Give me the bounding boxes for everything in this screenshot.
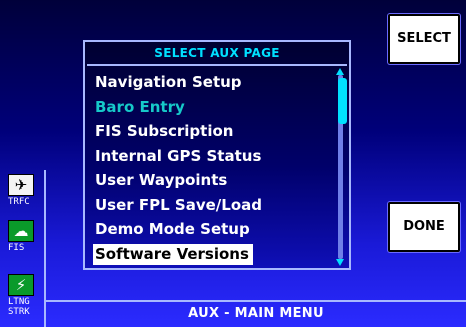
- menu-item-baro-entry[interactable]: Baro Entry: [93, 95, 333, 120]
- status-bar: AUX - MAIN MENU: [46, 300, 466, 327]
- menu-item-fis-subscription[interactable]: FIS Subscription: [93, 119, 333, 144]
- traffic-softkey[interactable]: ✈ TRFC: [8, 174, 40, 207]
- lightning-softkey[interactable]: ⚡ LTNG STRK: [8, 274, 40, 317]
- fis-label: FIS: [8, 243, 25, 253]
- weather-icon: ☁: [8, 220, 34, 242]
- scroll-up-icon[interactable]: [336, 68, 344, 75]
- lightning-label: LTNG STRK: [8, 297, 30, 317]
- lightning-icon: ⚡: [8, 274, 34, 296]
- menu-item-demo-mode-setup[interactable]: Demo Mode Setup: [93, 217, 333, 242]
- done-button[interactable]: DONE: [388, 202, 460, 252]
- scroll-down-icon[interactable]: [336, 259, 344, 266]
- menu-item-user-waypoints[interactable]: User Waypoints: [93, 168, 333, 193]
- aux-page-panel: SELECT AUX PAGE Navigation Setup Baro En…: [83, 40, 351, 270]
- menu-scrollbar[interactable]: [336, 68, 347, 266]
- panel-title: SELECT AUX PAGE: [154, 46, 280, 60]
- aux-page-menu: Navigation Setup Baro Entry FIS Subscrip…: [93, 70, 333, 265]
- menu-item-navigation-setup[interactable]: Navigation Setup: [93, 70, 333, 95]
- scroll-thumb[interactable]: [338, 78, 347, 124]
- menu-item-user-fpl-save-load[interactable]: User FPL Save/Load: [93, 193, 333, 218]
- traffic-label: TRFC: [8, 197, 30, 207]
- airplane-icon: ✈: [8, 174, 34, 196]
- select-button[interactable]: SELECT: [388, 14, 460, 64]
- menu-item-software-versions[interactable]: Software Versions: [93, 243, 253, 265]
- scroll-track[interactable]: [338, 75, 347, 259]
- menu-item-internal-gps-status[interactable]: Internal GPS Status: [93, 144, 333, 169]
- title-divider: [87, 64, 347, 66]
- fis-softkey[interactable]: ☁ FIS: [8, 220, 40, 253]
